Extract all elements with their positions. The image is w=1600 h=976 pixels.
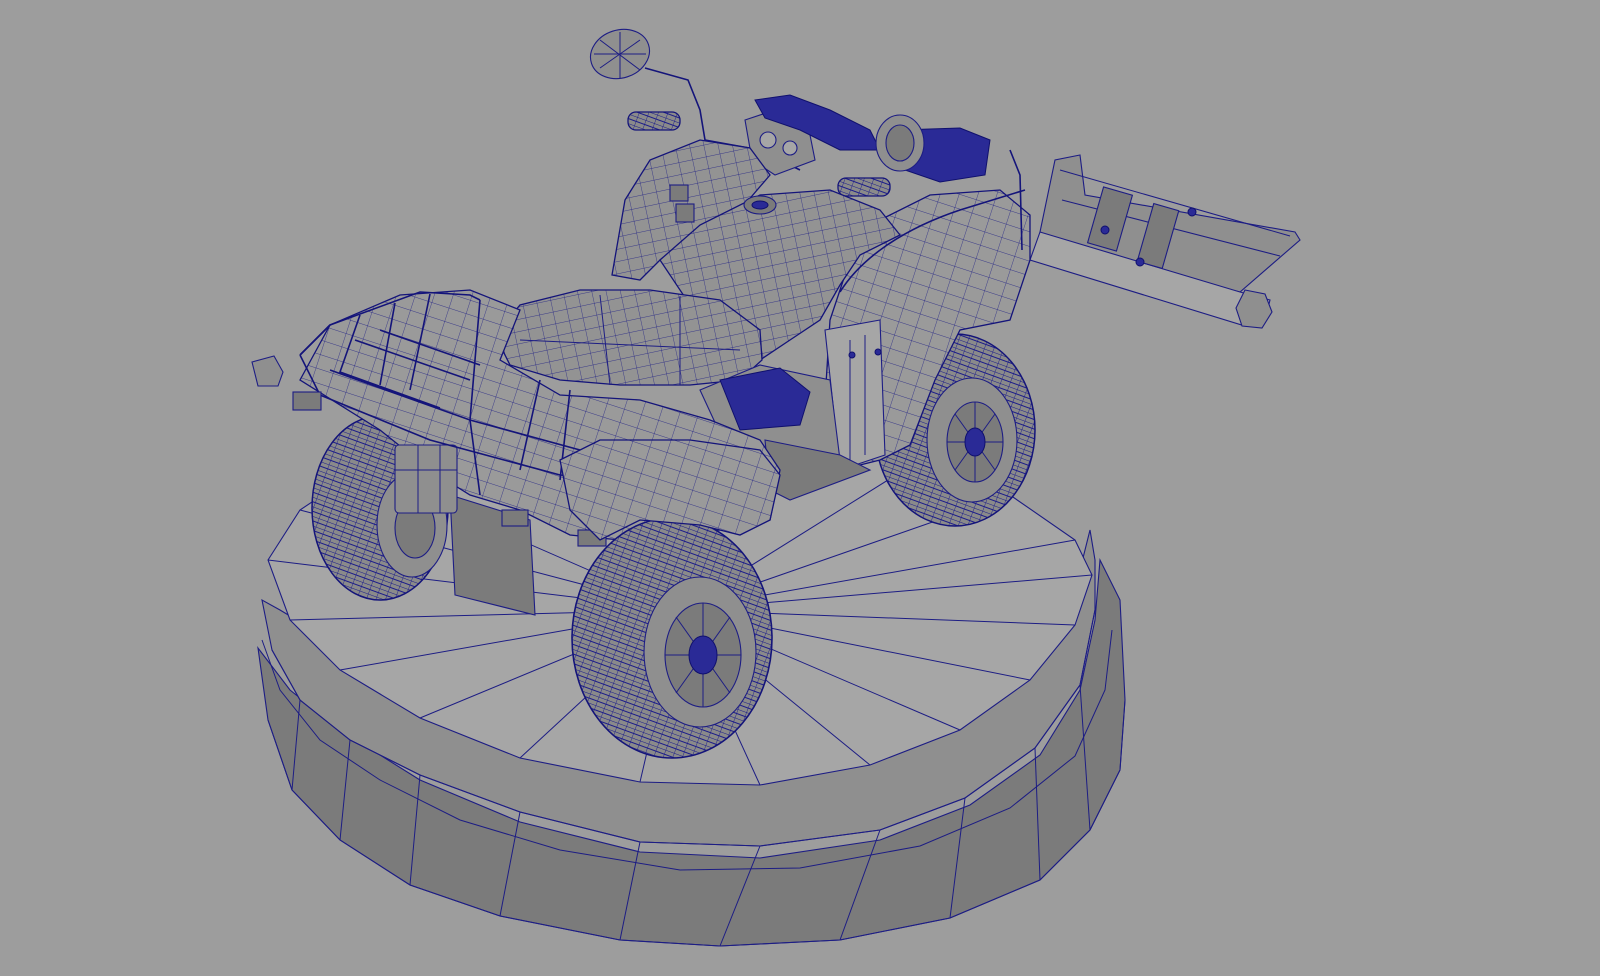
wireframe-scene[interactable] — [0, 0, 1600, 976]
front-left-wheel[interactable] — [571, 517, 773, 759]
3d-viewport[interactable] — [0, 0, 1600, 976]
seat[interactable] — [494, 289, 763, 386]
right-hand-grip[interactable] — [837, 177, 891, 197]
left-hand-grip[interactable] — [627, 111, 681, 131]
tail-light-box — [394, 444, 458, 514]
front-plow-blade[interactable] — [1029, 154, 1301, 329]
